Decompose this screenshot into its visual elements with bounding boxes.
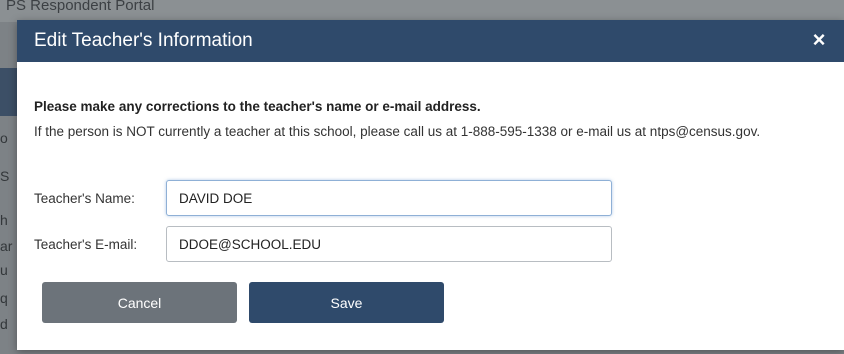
- modal-header: Edit Teacher's Information ×: [17, 20, 844, 62]
- background-fragment: S: [0, 168, 10, 184]
- background-fragment: o: [0, 130, 8, 146]
- save-button[interactable]: Save: [249, 282, 444, 323]
- background-fragment: d: [0, 316, 8, 332]
- background-fragment: h: [0, 212, 8, 228]
- cancel-button[interactable]: Cancel: [42, 282, 237, 323]
- background-fragment: ar: [0, 238, 13, 254]
- teacher-name-label: Teacher's Name:: [34, 191, 135, 206]
- close-icon[interactable]: ×: [808, 29, 830, 51]
- teacher-email-input[interactable]: [166, 226, 612, 262]
- teacher-name-input[interactable]: [166, 180, 612, 216]
- instruction-text: If the person is NOT currently a teacher…: [34, 124, 761, 139]
- background-topbar: PS Respondent Portal: [0, 0, 844, 22]
- background-fragment: q: [0, 290, 8, 306]
- modal-title: Edit Teacher's Information: [34, 30, 253, 51]
- background-portal-title: PS Respondent Portal: [6, 0, 155, 14]
- edit-teacher-modal: Edit Teacher's Information × Please make…: [17, 20, 844, 350]
- background-side-bar: [0, 68, 18, 116]
- background-fragment: u: [0, 262, 8, 278]
- teacher-email-label: Teacher's E-mail:: [34, 237, 138, 252]
- instruction-heading: Please make any corrections to the teach…: [34, 99, 481, 114]
